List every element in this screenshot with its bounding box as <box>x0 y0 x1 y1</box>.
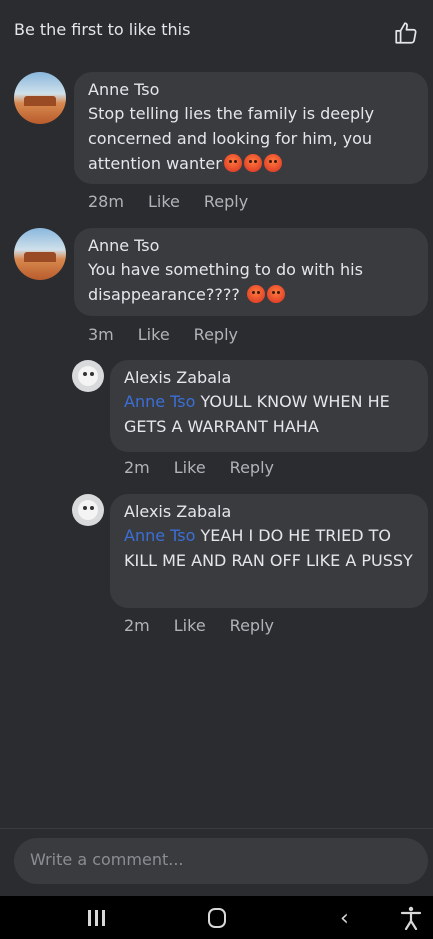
like-button[interactable]: Like <box>138 325 170 344</box>
home-icon[interactable] <box>208 908 226 928</box>
composer-divider <box>0 828 433 829</box>
avatar-eye <box>90 506 94 510</box>
reply-bubble[interactable]: Alexis Zabala Anne Tso YOULL KNOW WHEN H… <box>110 360 428 452</box>
reply-text: Anne Tso YOULL KNOW WHEN HE GETS A WARRA… <box>124 389 414 439</box>
avatar-image <box>78 366 98 386</box>
comment-bubble[interactable]: Anne Tso You have something to do with h… <box>74 228 428 316</box>
comment-text: Stop telling lies the family is deeply c… <box>88 101 414 176</box>
angry-emoji-icon <box>263 154 282 172</box>
avatar[interactable] <box>72 494 104 526</box>
reply-timestamp: 2m <box>124 616 150 635</box>
angry-emoji-icon <box>246 285 265 303</box>
reply-button[interactable]: Reply <box>194 325 238 344</box>
reply-actions: 2m Like Reply <box>124 458 274 477</box>
like-button[interactable]: Like <box>174 616 206 635</box>
comment-input[interactable]: Write a comment... <box>14 838 428 884</box>
comment-author[interactable]: Anne Tso <box>88 236 414 255</box>
thumbs-up-icon[interactable] <box>393 20 419 46</box>
reply-button[interactable]: Reply <box>230 616 274 635</box>
comment-timestamp: 3m <box>88 325 114 344</box>
comment-actions: 3m Like Reply <box>88 325 238 344</box>
reply-text: Anne Tso YEAH I DO HE TRIED TO KILL ME A… <box>124 523 414 573</box>
like-button[interactable]: Like <box>148 192 180 211</box>
avatar[interactable] <box>72 360 104 392</box>
recent-apps-icon[interactable] <box>88 910 108 926</box>
comment-body: You have something to do with his disapp… <box>88 260 363 304</box>
avatar[interactable] <box>14 72 66 124</box>
angry-emoji-icon <box>223 154 242 172</box>
comment-input-placeholder: Write a comment... <box>30 850 184 869</box>
reply-author[interactable]: Alexis Zabala <box>124 368 414 387</box>
comment-text: You have something to do with his disapp… <box>88 257 414 307</box>
system-nav-bar: ‹ <box>0 896 433 939</box>
reply-button[interactable]: Reply <box>230 458 274 477</box>
like-button[interactable]: Like <box>174 458 206 477</box>
reply-timestamp: 2m <box>124 458 150 477</box>
reactions-summary[interactable]: Be the first to like this <box>14 20 190 39</box>
reply-bubble[interactable]: Alexis Zabala Anne Tso YEAH I DO HE TRIE… <box>110 494 428 608</box>
avatar-image <box>24 252 56 262</box>
reply-button[interactable]: Reply <box>204 192 248 211</box>
comments-screen: Be the first to like this Anne Tso Stop … <box>0 0 433 939</box>
comment-bubble[interactable]: Anne Tso Stop telling lies the family is… <box>74 72 428 184</box>
angry-emoji-icon <box>266 285 285 303</box>
comment-timestamp: 28m <box>88 192 124 211</box>
avatar-image <box>78 500 98 520</box>
mention-link[interactable]: Anne Tso <box>124 526 195 545</box>
accessibility-icon[interactable] <box>400 906 422 930</box>
avatar-eye <box>90 372 94 376</box>
comment-author[interactable]: Anne Tso <box>88 80 414 99</box>
reactions-header: Be the first to like this <box>0 0 433 64</box>
mention-link[interactable]: Anne Tso <box>124 392 195 411</box>
comment-actions: 28m Like Reply <box>88 192 248 211</box>
avatar-image <box>24 96 56 106</box>
avatar-eye <box>83 372 87 376</box>
avatar[interactable] <box>14 228 66 280</box>
reply-author[interactable]: Alexis Zabala <box>124 502 414 521</box>
back-icon[interactable]: ‹ <box>340 906 349 931</box>
reply-actions: 2m Like Reply <box>124 616 274 635</box>
angry-emoji-icon <box>243 154 262 172</box>
avatar-eye <box>83 506 87 510</box>
